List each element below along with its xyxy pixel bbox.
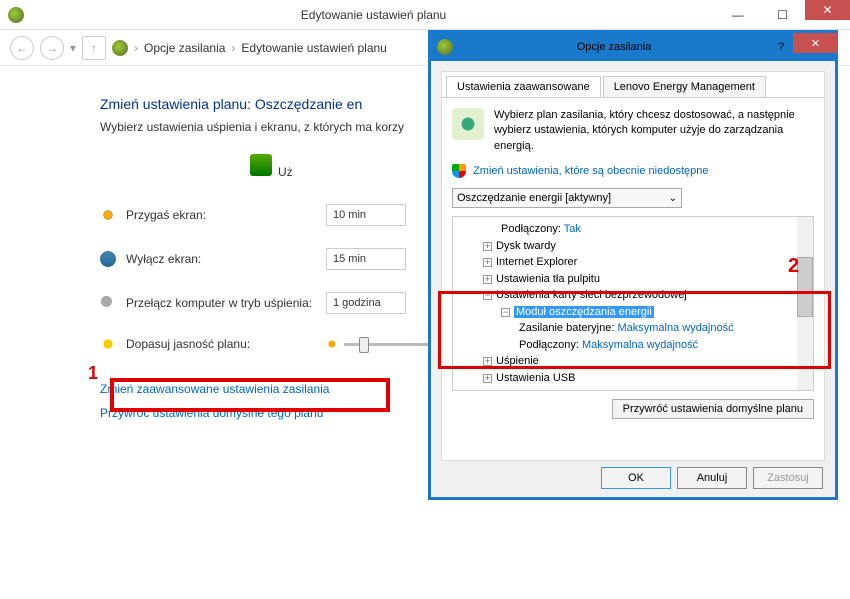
breadcrumb-item-1[interactable]: Opcje zasilania [144,41,225,55]
slider-thumb[interactable] [359,337,369,353]
annotation-label-1: 1 [88,363,98,384]
close-button[interactable]: ✕ [805,0,850,20]
plan-select[interactable]: Oszczędzanie energii [aktywny] ⌄ [452,188,682,208]
tree-node-ie[interactable]: + Internet Explorer [455,254,811,271]
sun-small-icon [326,338,338,350]
tab-advanced[interactable]: Ustawienia zaawansowane [446,76,601,97]
tree-node-usb[interactable]: + Ustawienia USB [455,370,811,387]
expand-icon[interactable]: + [483,275,492,284]
help-button[interactable]: ? [769,41,793,53]
description-row: Wybierz plan zasilania, który chcesz dos… [442,98,824,164]
plan-select-value: Oszczędzanie energii [aktywny] [457,192,611,204]
titlebar: Edytowanie ustawień planu — ☐ ✕ [0,0,850,30]
battery-icon [250,154,272,176]
dim-select[interactable]: 10 min [326,204,406,226]
tabs: Ustawienia zaawansowane Lenovo Energy Ma… [442,72,824,98]
sleep-value: 1 godzina [333,297,381,309]
sun-icon [100,336,116,352]
off-select[interactable]: 15 min [326,248,406,270]
expand-icon[interactable]: + [483,258,492,267]
chevron-right-icon: › [134,41,138,55]
monitor-icon [100,251,116,267]
tab-lenovo[interactable]: Lenovo Energy Management [603,76,766,97]
dialog-close-button[interactable]: ✕ [793,33,838,53]
off-value: 15 min [333,253,366,265]
dialog-title: Opcje zasilania [459,41,769,53]
breadcrumb-item-2[interactable]: Edytowanie ustawień planu [241,41,386,55]
admin-unlock-link[interactable]: Zmień ustawienia, które są obecnie niedo… [473,165,708,177]
chevron-right-icon: › [231,41,235,55]
column-header: Uż [278,165,293,179]
moon-icon [100,295,116,311]
expand-icon[interactable]: + [483,242,492,251]
annotation-label-2: 2 [788,255,799,278]
tree-value: Tak [564,223,581,235]
nav-forward-icon[interactable]: → [40,36,64,60]
off-label: Wyłącz ekran: [126,252,326,266]
breadcrumb-icon [112,40,128,56]
tree-node-plugged[interactable]: Podłączony: Tak [455,221,811,238]
tree-label: Internet Explorer [496,256,577,268]
window-buttons: — ☐ ✕ [715,5,850,25]
tree-node-wallpaper[interactable]: + Ustawienia tła pulpitu [455,271,811,288]
minimize-button[interactable]: — [715,5,760,25]
brightness-slider[interactable] [326,338,444,350]
tree-label: Podłączony: [501,223,561,235]
expand-icon[interactable]: + [483,374,492,383]
dim-value: 10 min [333,209,366,221]
restore-row: Przywróć ustawienia domyślne planu [442,391,824,427]
dialog-icon [437,39,453,55]
cancel-button[interactable]: Anuluj [677,467,747,489]
nav-dropdown-icon[interactable]: ▾ [70,41,76,55]
app-icon [8,7,24,23]
nav-back-icon[interactable]: ← [10,36,34,60]
dialog-body: Ustawienia zaawansowane Lenovo Energy Ma… [441,71,825,461]
ok-button[interactable]: OK [601,467,671,489]
annotation-box-2 [438,291,831,369]
power-options-dialog: Opcje zasilania ? ✕ Ustawienia zaawansow… [428,30,838,500]
tree-label: Ustawienia USB [496,372,575,384]
window-title: Edytowanie ustawień planu [32,8,715,22]
maximize-button[interactable]: ☐ [760,5,805,25]
apply-button[interactable]: Zastosuj [753,467,823,489]
annotation-box-1 [110,378,390,412]
dim-label: Przygaś ekran: [126,208,326,222]
dim-icon [100,207,116,223]
tree-node-hdd[interactable]: + Dysk twardy [455,238,811,255]
sleep-select[interactable]: 1 godzina [326,292,406,314]
tree-label: Dysk twardy [496,240,556,252]
dialog-buttons: OK Anuluj Zastosuj [601,467,823,489]
bright-label: Dopasuj jasność planu: [126,337,326,351]
chevron-down-icon: ⌄ [669,193,677,204]
shield-icon [452,164,466,178]
dialog-titlebar: Opcje zasilania ? ✕ [431,33,835,61]
nav-up-icon[interactable]: ↑ [82,36,106,60]
restore-defaults-button[interactable]: Przywróć ustawienia domyślne planu [612,399,814,419]
power-plan-icon [452,108,484,140]
tree-label: Ustawienia tła pulpitu [496,273,600,285]
sleep-label: Przełącz komputer w tryb uśpienia: [126,296,326,310]
description-text: Wybierz plan zasilania, który chcesz dos… [494,108,814,154]
